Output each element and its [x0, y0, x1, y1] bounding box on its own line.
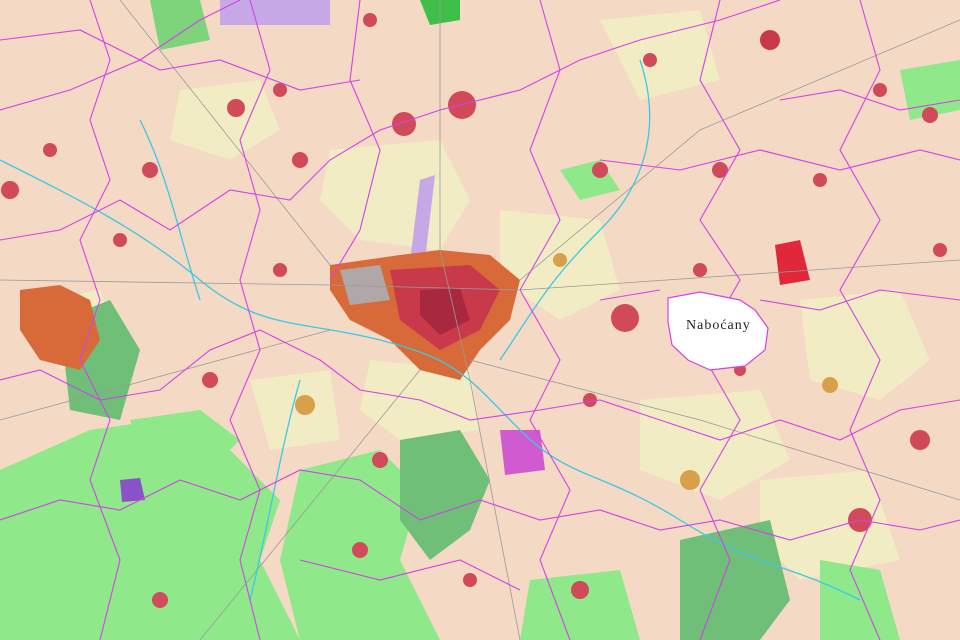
municipality-label: Naboćany — [686, 318, 751, 333]
map-canvas[interactable]: Naboćany — [0, 0, 960, 640]
land-use-map — [0, 0, 960, 640]
